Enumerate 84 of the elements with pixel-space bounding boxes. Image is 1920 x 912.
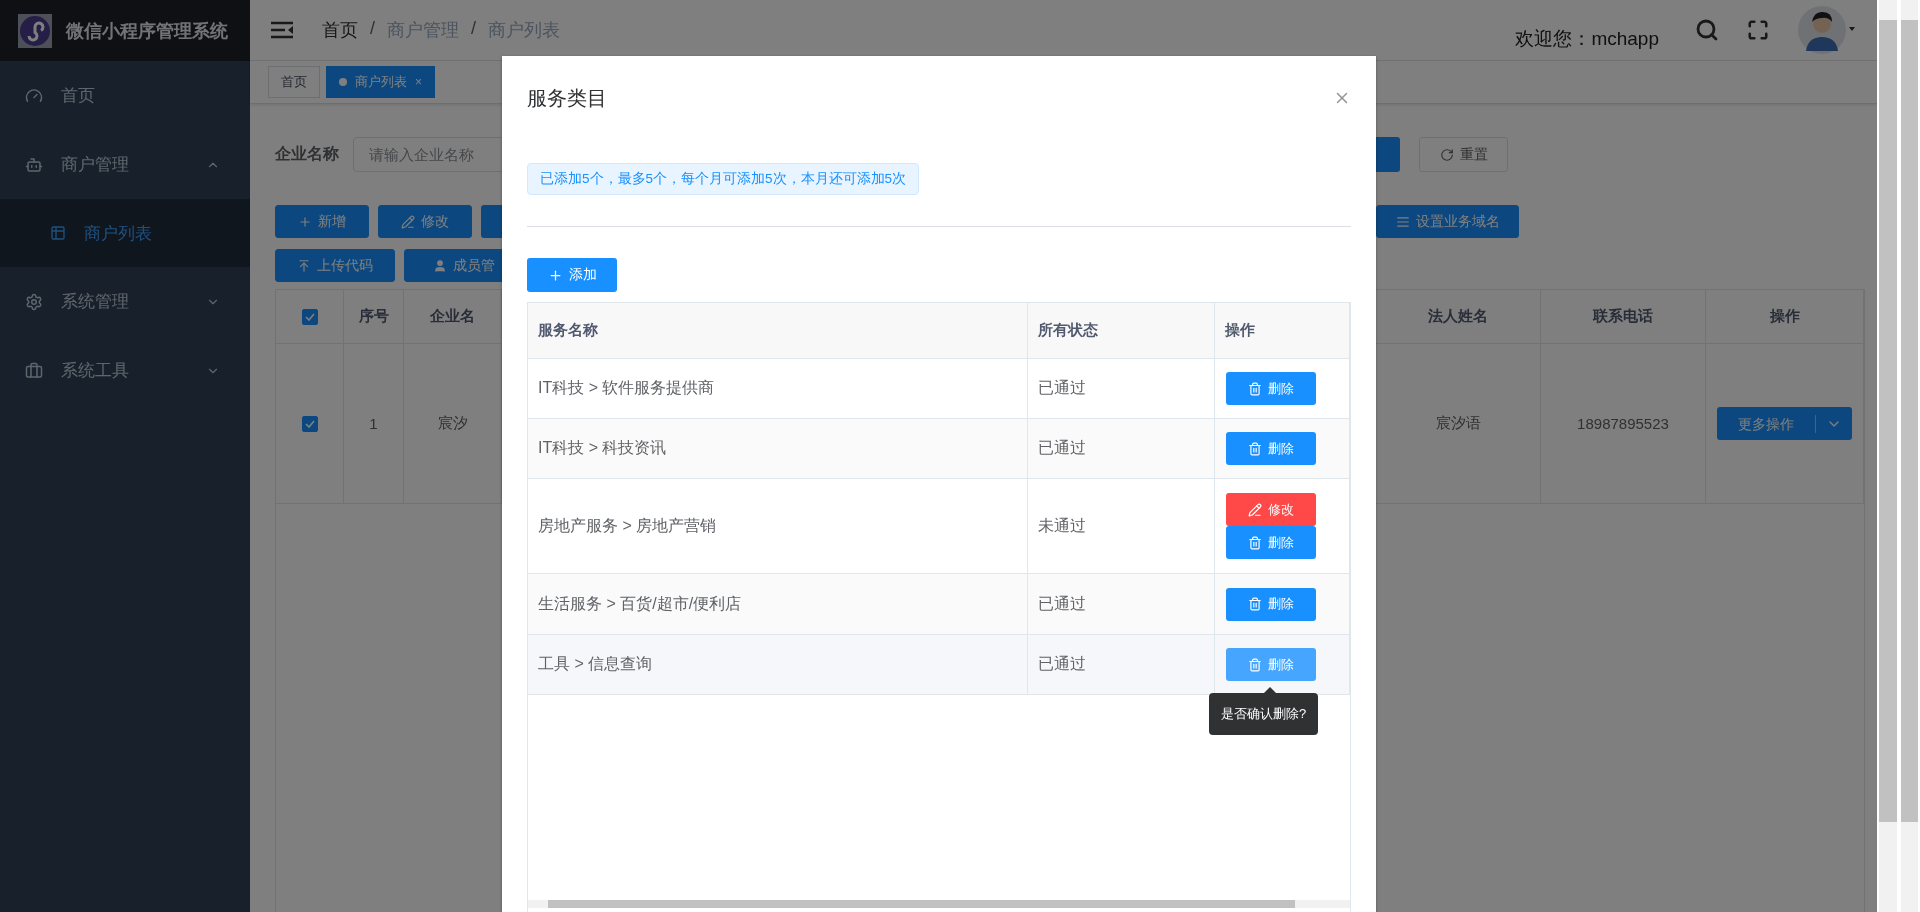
active-dot	[339, 78, 347, 86]
field-label: 企业名称	[275, 144, 339, 164]
tab[interactable]: 商户列表 ×	[326, 66, 435, 98]
fullscreen-icon[interactable]	[1747, 19, 1769, 41]
check-icon	[304, 419, 315, 428]
add-button[interactable]: 添加	[527, 258, 617, 292]
upload-icon	[297, 258, 311, 273]
column-header: 序号	[358, 307, 389, 326]
search-icon[interactable]	[1695, 18, 1719, 42]
scrollbar[interactable]	[1879, 0, 1897, 912]
reset-button[interactable]: 重置	[1419, 137, 1508, 172]
checkbox[interactable]	[301, 415, 318, 432]
logo-icon	[18, 13, 52, 48]
pencil-icon	[401, 214, 415, 229]
column-header: 操作	[1225, 321, 1255, 340]
toolbar-button[interactable]: 设置业务域名	[1376, 205, 1519, 238]
trash-icon	[1248, 657, 1262, 672]
welcome-text: 欢迎您：mchapp	[1515, 27, 1659, 51]
check-icon	[304, 312, 315, 321]
edit-button[interactable]: 修改	[1226, 493, 1316, 526]
menu-item[interactable]: 系统工具	[0, 336, 250, 405]
plus-icon	[298, 214, 312, 229]
tooltip-arrow	[1264, 687, 1276, 693]
table-cell-text: IT科技 > 科技资讯	[538, 438, 667, 458]
table-cell: 宸汐	[437, 414, 468, 433]
plus-icon	[547, 267, 563, 283]
toolbar-button[interactable]: 成员管	[404, 249, 502, 282]
table-cell-text: 工具 > 信息查询	[538, 654, 653, 674]
column-header: 操作	[1769, 307, 1800, 326]
trash-icon	[1248, 597, 1262, 611]
pencil-icon	[1248, 502, 1262, 517]
delete-button[interactable]: 删除	[1226, 372, 1316, 405]
column-header: 企业名	[430, 307, 475, 326]
toolbar-button[interactable]: 修改	[378, 205, 472, 238]
table-cell: 1	[369, 415, 378, 432]
menu-item[interactable]: 首页	[0, 61, 250, 130]
app-title: 微信小程序管理系统	[66, 19, 228, 43]
table-cell-text: 已通过	[1038, 378, 1086, 398]
table-icon	[50, 225, 66, 241]
tab[interactable]: 首页	[268, 66, 320, 98]
list-icon	[1395, 214, 1410, 229]
toolbar-button[interactable]: 上传代码	[275, 249, 395, 282]
column-header: 所有状态	[1038, 321, 1098, 340]
table-cell-text: 生活服务 > 百货/超市/便利店	[538, 593, 742, 614]
table-cell-text: 房地产服务 > 房地产营销	[538, 515, 717, 536]
info-alert: 已添加5个，最多5个，每个月可添加5次，本月还可添加5次	[527, 163, 920, 195]
breadcrumb-item[interactable]: 首页	[322, 18, 358, 42]
menu-item[interactable]: 系统管理	[0, 267, 250, 336]
checkbox[interactable]	[301, 308, 318, 325]
trash-icon	[1248, 381, 1262, 396]
breadcrumb-separator: /	[370, 18, 375, 40]
column-header: 法人姓名	[1428, 307, 1488, 326]
refresh-icon	[1439, 147, 1454, 162]
horizontal-scrollbar[interactable]	[528, 900, 1350, 908]
submenu-item[interactable]: 商户列表	[0, 199, 250, 267]
toolbar-button[interactable]: 新增	[275, 205, 369, 238]
scrollbar[interactable]	[1900, 0, 1918, 912]
table-cell-text: 未通过	[1038, 515, 1086, 536]
table-cell: 18987895523	[1577, 415, 1669, 432]
table-cell-text: 已通过	[1038, 654, 1086, 674]
delete-button[interactable]: 删除	[1226, 526, 1316, 559]
menu-fold-icon[interactable]	[270, 20, 294, 40]
robot-icon	[25, 155, 43, 174]
settings-icon	[25, 292, 43, 311]
table-cell-text: 已通过	[1038, 438, 1086, 458]
column-header: 联系电话	[1593, 307, 1653, 326]
breadcrumb-separator: /	[471, 18, 477, 40]
avatar-icon[interactable]	[1797, 5, 1857, 55]
tab-close[interactable]: ×	[415, 75, 422, 89]
more-actions-button[interactable]: 更多操作	[1717, 407, 1852, 440]
delete-button[interactable]: 删除	[1226, 587, 1316, 621]
table-cell-text: IT科技 > 软件服务提供商	[538, 378, 715, 398]
delete-button[interactable]: 删除	[1226, 648, 1316, 681]
table-cell-text: 已通过	[1038, 593, 1086, 614]
briefcase-icon	[25, 361, 43, 380]
user-icon	[433, 258, 447, 273]
dashboard-icon	[25, 86, 43, 105]
trash-icon	[1248, 535, 1262, 550]
dialog-title: 服务类目	[527, 85, 607, 111]
delete-button[interactable]: 删除	[1226, 432, 1316, 465]
column-header: 服务名称	[538, 321, 598, 340]
table-cell: 宸汐语	[1435, 414, 1481, 433]
menu-item[interactable]: 商户管理	[0, 130, 250, 199]
trash-icon	[1248, 441, 1262, 456]
